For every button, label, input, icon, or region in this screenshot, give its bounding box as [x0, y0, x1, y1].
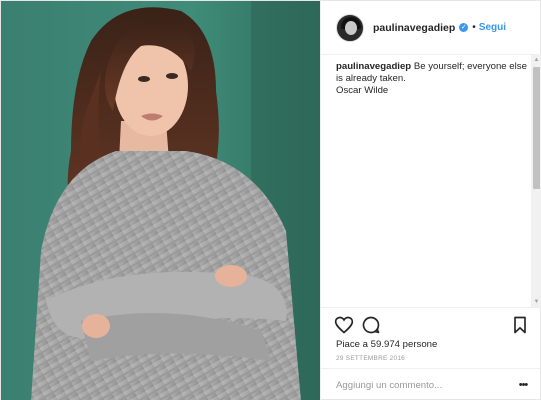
follow-button[interactable]: Segui: [479, 22, 506, 33]
scroll-up-arrow-icon[interactable]: ▲: [531, 55, 541, 65]
post-date[interactable]: 29 SETTEMBRE 2016: [336, 355, 405, 362]
avatar[interactable]: [336, 13, 364, 42]
username-link[interactable]: paulinavegadiep: [373, 22, 455, 34]
photo-illustration: [1, 1, 320, 400]
post-caption: paulinavegadiep Be yourself; everyone el…: [336, 61, 528, 108]
comments-scrollbar[interactable]: ▲ ▼: [531, 55, 541, 307]
caption-author: Oscar Wilde: [336, 85, 389, 96]
instagram-post: paulinavegadiep ✓ • Segui paulinavegadie…: [0, 0, 541, 400]
comment-icon[interactable]: [361, 315, 381, 335]
post-side-panel: paulinavegadiep ✓ • Segui paulinavegadie…: [320, 1, 541, 400]
likes-count[interactable]: Piace a 59.974 persone: [336, 339, 437, 350]
post-photo[interactable]: [1, 1, 320, 400]
add-comment-section: •••: [321, 368, 541, 400]
separator-dot: •: [472, 22, 476, 33]
caption-username[interactable]: paulinavegadiep: [336, 61, 411, 72]
avatar-face: [345, 20, 357, 35]
comment-input[interactable]: [336, 378, 506, 392]
heart-icon[interactable]: [334, 315, 354, 335]
post-header: paulinavegadiep ✓ • Segui: [321, 1, 541, 55]
more-options-icon[interactable]: •••: [516, 378, 530, 392]
bookmark-icon[interactable]: [510, 315, 530, 335]
scrollbar-thumb[interactable]: [533, 67, 540, 189]
caption-overflow-line: ▔▔▔▔▔ ▔▔▔ ▔▔▔▔▔▔▔▔: [336, 101, 452, 108]
verified-badge-icon: ✓: [459, 23, 469, 32]
scroll-down-arrow-icon[interactable]: ▼: [531, 297, 541, 307]
